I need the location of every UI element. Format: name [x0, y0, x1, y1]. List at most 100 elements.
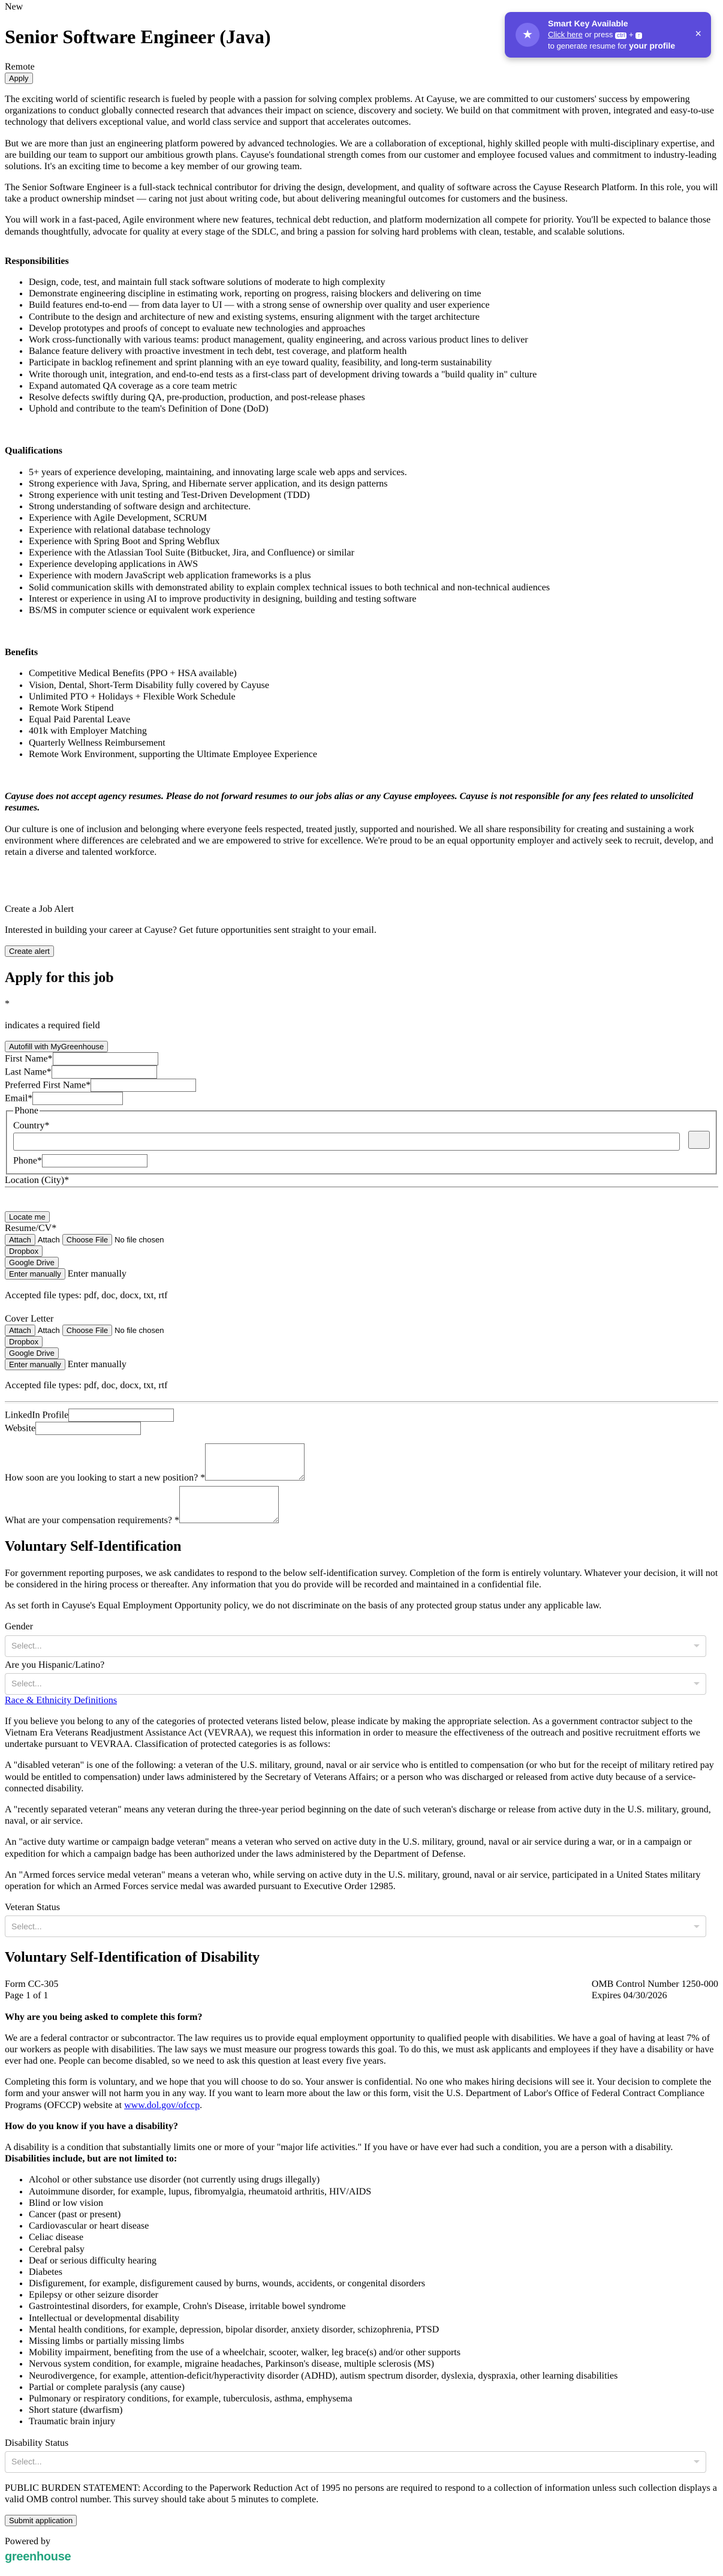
start-question-textarea[interactable]: [205, 1443, 305, 1481]
veteran-status-select[interactable]: Select...: [5, 1916, 706, 1938]
resume-choose-file-button[interactable]: Choose File: [62, 1233, 113, 1245]
smart-key-toast[interactable]: ★ Smart Key Available Click here or pres…: [505, 12, 711, 58]
why-question: Why are you being asked to complete this…: [5, 2011, 203, 2022]
veteran-intro: If you believe you belong to any of the …: [5, 1716, 701, 1750]
qualification-item: Experience with Spring Boot and Spring W…: [29, 536, 718, 547]
comp-question-textarea[interactable]: [179, 1485, 279, 1523]
disability-item: Pulmonary or respiratory conditions, for…: [29, 2393, 718, 2404]
preferred-name-input[interactable]: [91, 1079, 197, 1092]
disability-item: Cardiovascular or heart disease: [29, 2220, 718, 2232]
job-alert-title: Create a Job Alert: [5, 904, 74, 915]
veteran-placeholder: Select...: [11, 1921, 42, 1931]
intro-paragraph: The Senior Software Engineer is a full-s…: [5, 182, 718, 205]
disability-item: Cerebral palsy: [29, 2244, 718, 2255]
toast-click-here-link[interactable]: Click here: [548, 30, 583, 39]
qualification-item: BS/MS in computer science or equivalent …: [29, 605, 718, 616]
chevron-down-icon: [694, 2460, 700, 2464]
responsibility-item: Balance feature delivery with proactive …: [29, 346, 718, 357]
phone-input[interactable]: [42, 1154, 147, 1168]
responsibility-item: Work cross-functionally with various tea…: [29, 334, 718, 346]
disability-item: Nervous system condition, for example, m…: [29, 2358, 718, 2370]
first-name-label: First Name*: [5, 1053, 53, 1064]
disability-item: Mental health conditions, for example, d…: [29, 2324, 718, 2335]
autofill-button[interactable]: Autofill with MyGreenhouse: [5, 1040, 109, 1052]
benefit-item: Unlimited PTO + Holidays + Flexible Work…: [29, 691, 718, 702]
responsibility-item: Participate in backlog refinement and sp…: [29, 357, 718, 368]
qualification-item: Interest or experience in using AI to im…: [29, 593, 718, 605]
first-name-input[interactable]: [52, 1052, 158, 1065]
create-alert-button[interactable]: Create alert: [5, 945, 54, 957]
responsibilities-list: Design, code, test, and maintain full st…: [5, 277, 718, 415]
disability-item: Short stature (dwarfism): [29, 2404, 718, 2416]
hispanic-select[interactable]: Select...: [5, 1673, 706, 1695]
country-label: Country*: [13, 1121, 50, 1131]
vsi-heading: Voluntary Self-Identification: [5, 1539, 182, 1554]
toast-profile-text: your profile: [629, 40, 676, 50]
hispanic-placeholder: Select...: [11, 1679, 42, 1689]
intro-paragraph: But we are more than just an engineering…: [5, 138, 717, 172]
email-input[interactable]: [32, 1092, 123, 1105]
website-input[interactable]: [35, 1421, 141, 1435]
website-label: Website: [5, 1423, 36, 1434]
cover-choose-file-button[interactable]: Choose File: [62, 1324, 113, 1336]
cover-letter-section: Cover Letter Attach Attach Choose File N…: [5, 1313, 718, 1392]
benefits-heading: Benefits: [5, 647, 38, 658]
phone-fieldset: Phone Country* Phone*: [6, 1105, 717, 1175]
required-note: indicates a required field: [5, 1020, 100, 1031]
ofccp-link[interactable]: www.dol.gov/ofccp: [124, 2100, 200, 2110]
disability-status-select[interactable]: Select...: [5, 2451, 706, 2473]
race-definitions-link[interactable]: Race & Ethnicity Definitions: [5, 1695, 117, 1706]
disability-heading: Voluntary Self-Identification of Disabil…: [5, 1950, 260, 1966]
responsibility-item: Develop prototypes and proofs of concept…: [29, 323, 718, 334]
benefit-item: 401k with Employer Matching: [29, 725, 718, 737]
resume-attach-button[interactable]: Attach: [5, 1233, 35, 1245]
qualification-item: 5+ years of experience developing, maint…: [29, 467, 718, 478]
disability-item: Alcohol or other substance use disorder …: [29, 2174, 718, 2185]
new-badge: New: [5, 2, 23, 12]
veteran-wartime-def: An "active duty wartime or campaign badg…: [5, 1837, 692, 1859]
chevron-down-icon: [694, 1682, 700, 1686]
resume-google-drive-button[interactable]: Google Drive: [5, 1257, 59, 1269]
resume-enter-manually-text: Enter manually: [67, 1269, 126, 1280]
country-dropdown-button[interactable]: [688, 1131, 710, 1149]
disability-item: Neurodivergence, for example, attention-…: [29, 2370, 718, 2382]
resume-enter-manually-button[interactable]: Enter manually: [5, 1268, 65, 1280]
required-star: *: [5, 999, 10, 1010]
linkedin-input[interactable]: [68, 1408, 174, 1422]
cover-enter-manually-button[interactable]: Enter manually: [5, 1359, 65, 1371]
apply-heading: Apply for this job: [5, 969, 114, 986]
close-icon[interactable]: ×: [695, 28, 701, 41]
disability-item: Mobility impairment, benefiting from the…: [29, 2347, 718, 2358]
cover-dropbox-button[interactable]: Dropbox: [5, 1335, 43, 1347]
qualification-item: Experience with modern JavaScript web ap…: [29, 570, 718, 581]
resume-no-file: No file chosen: [115, 1235, 164, 1244]
disability-item: Disfigurement, for example, disfiguremen…: [29, 2278, 718, 2289]
benefit-item: Competitive Medical Benefits (PPO + HSA …: [29, 668, 718, 679]
submit-application-button[interactable]: Submit application: [5, 2515, 77, 2527]
resume-dropbox-button[interactable]: Dropbox: [5, 1245, 43, 1257]
responsibility-item: Demonstrate engineering discipline in es…: [29, 288, 718, 299]
linkedin-label: LinkedIn Profile: [5, 1410, 69, 1421]
qualification-item: Strong understanding of software design …: [29, 501, 718, 512]
cover-letter-label: Cover Letter: [5, 1313, 54, 1324]
cover-file-types: Accepted file types: pdf, doc, docx, txt…: [5, 1380, 168, 1391]
greenhouse-logo[interactable]: greenhouse: [5, 2550, 718, 2564]
disability-status-label: Disability Status: [5, 2437, 69, 2448]
cover-attach-button[interactable]: Attach: [5, 1324, 35, 1336]
location-input[interactable]: [5, 1186, 718, 1211]
last-name-input[interactable]: [51, 1065, 157, 1079]
preferred-name-label: Preferred First Name*: [5, 1080, 91, 1091]
country-select[interactable]: [13, 1133, 680, 1151]
locate-me-button[interactable]: Locate me: [5, 1211, 50, 1223]
gender-select[interactable]: Select...: [5, 1635, 706, 1657]
apply-button[interactable]: Apply: [5, 72, 33, 84]
benefit-item: Equal Paid Parental Leave: [29, 714, 718, 725]
qualification-item: Strong experience with unit testing and …: [29, 490, 718, 501]
benefit-item: Vision, Dental, Short-Term Disability fu…: [29, 680, 718, 691]
why-paragraph-2: Completing this form is voluntary, and w…: [5, 2077, 712, 2110]
how-question: How do you know if you have a disability…: [5, 2121, 178, 2131]
smart-key-logo-icon: ★: [516, 23, 540, 47]
benefit-item: Quarterly Wellness Reimbursement: [29, 737, 718, 749]
qualification-item: Experience with the Atlassian Tool Suite…: [29, 547, 718, 559]
cover-google-drive-button[interactable]: Google Drive: [5, 1347, 59, 1359]
